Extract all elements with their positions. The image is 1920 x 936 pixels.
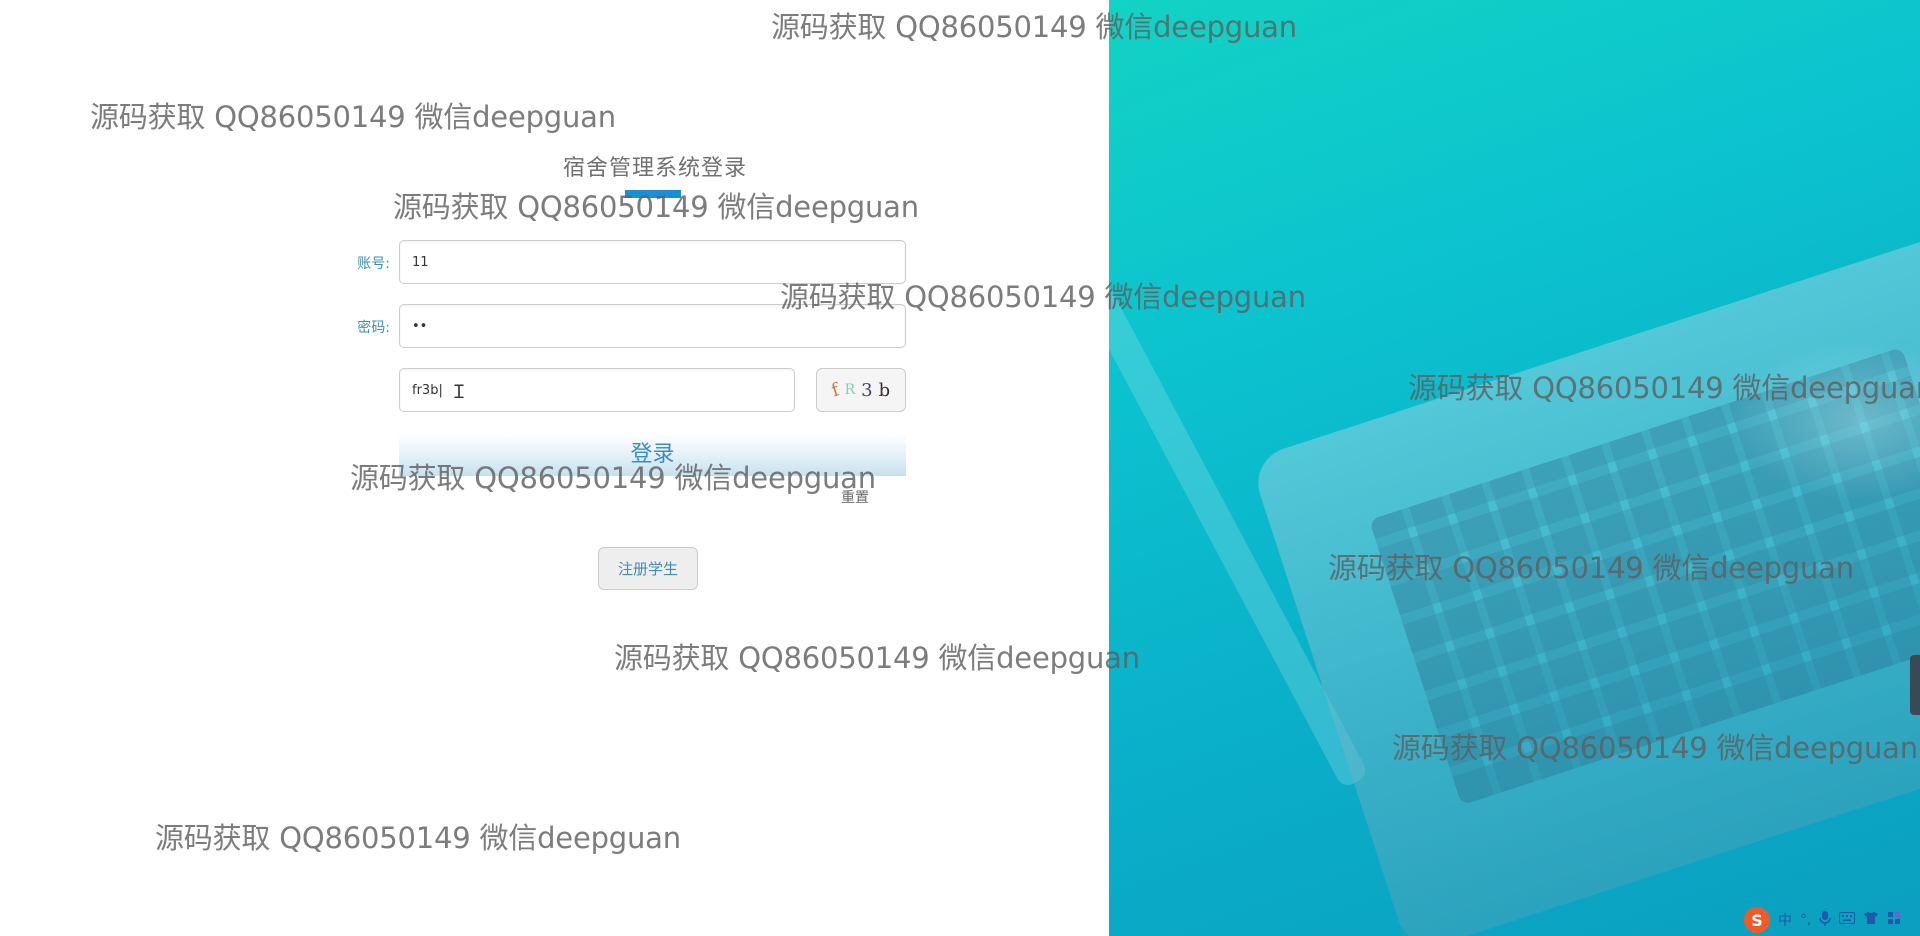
watermark: 源码获取 QQ86050149 微信deepguan: [780, 280, 1306, 314]
text-cursor-icon: Ｉ: [450, 382, 468, 403]
sogou-logo-icon[interactable]: S: [1744, 907, 1770, 933]
watermark: 源码获取 QQ86050149 微信deepguan: [1328, 551, 1854, 585]
watermark: 源码获取 QQ86050149 微信deepguan: [155, 821, 681, 855]
account-label: 账号:: [357, 256, 390, 272]
watermark: 源码获取 QQ86050149 微信deepguan: [771, 10, 1297, 44]
captcha-char: R: [844, 382, 856, 398]
page-title: 宿舍管理系统登录: [562, 156, 747, 181]
keyboard-icon[interactable]: [1839, 912, 1856, 928]
side-tab-handle[interactable]: [1910, 655, 1920, 715]
watermark: 源码获取 QQ86050149 微信deepguan: [1408, 371, 1920, 405]
watermark: 源码获取 QQ86050149 微信deepguan: [614, 641, 1140, 675]
captcha-char: f: [828, 378, 842, 402]
shirt-icon[interactable]: [1863, 911, 1879, 929]
punctuation-toggle[interactable]: °,: [1800, 912, 1811, 928]
hero-background-image: [1109, 0, 1920, 936]
password-label: 密码:: [357, 320, 390, 336]
watermark: 源码获取 QQ86050149 微信deepguan: [393, 190, 919, 224]
captcha-char: b: [878, 379, 891, 401]
watermark: 源码获取 QQ86050149 微信deepguan: [350, 461, 876, 495]
login-page: 宿舍管理系统登录 账号: 密码: Ｉ f R 3 b 登录 重置 注册学生 源码…: [0, 0, 1920, 936]
register-student-button[interactable]: 注册学生: [598, 547, 698, 590]
mic-icon[interactable]: [1819, 910, 1832, 930]
ime-toolbar: S 中 °,: [1740, 904, 1920, 936]
watermark: 源码获取 QQ86050149 微信deepguan: [90, 100, 616, 134]
watermark: 源码获取 QQ86050149 微信deepguan: [1392, 731, 1918, 765]
captcha-char: 3: [861, 379, 873, 401]
captcha-image[interactable]: f R 3 b: [816, 368, 906, 412]
grid-icon[interactable]: [1887, 911, 1901, 929]
ime-mode-toggle[interactable]: 中: [1778, 910, 1792, 930]
